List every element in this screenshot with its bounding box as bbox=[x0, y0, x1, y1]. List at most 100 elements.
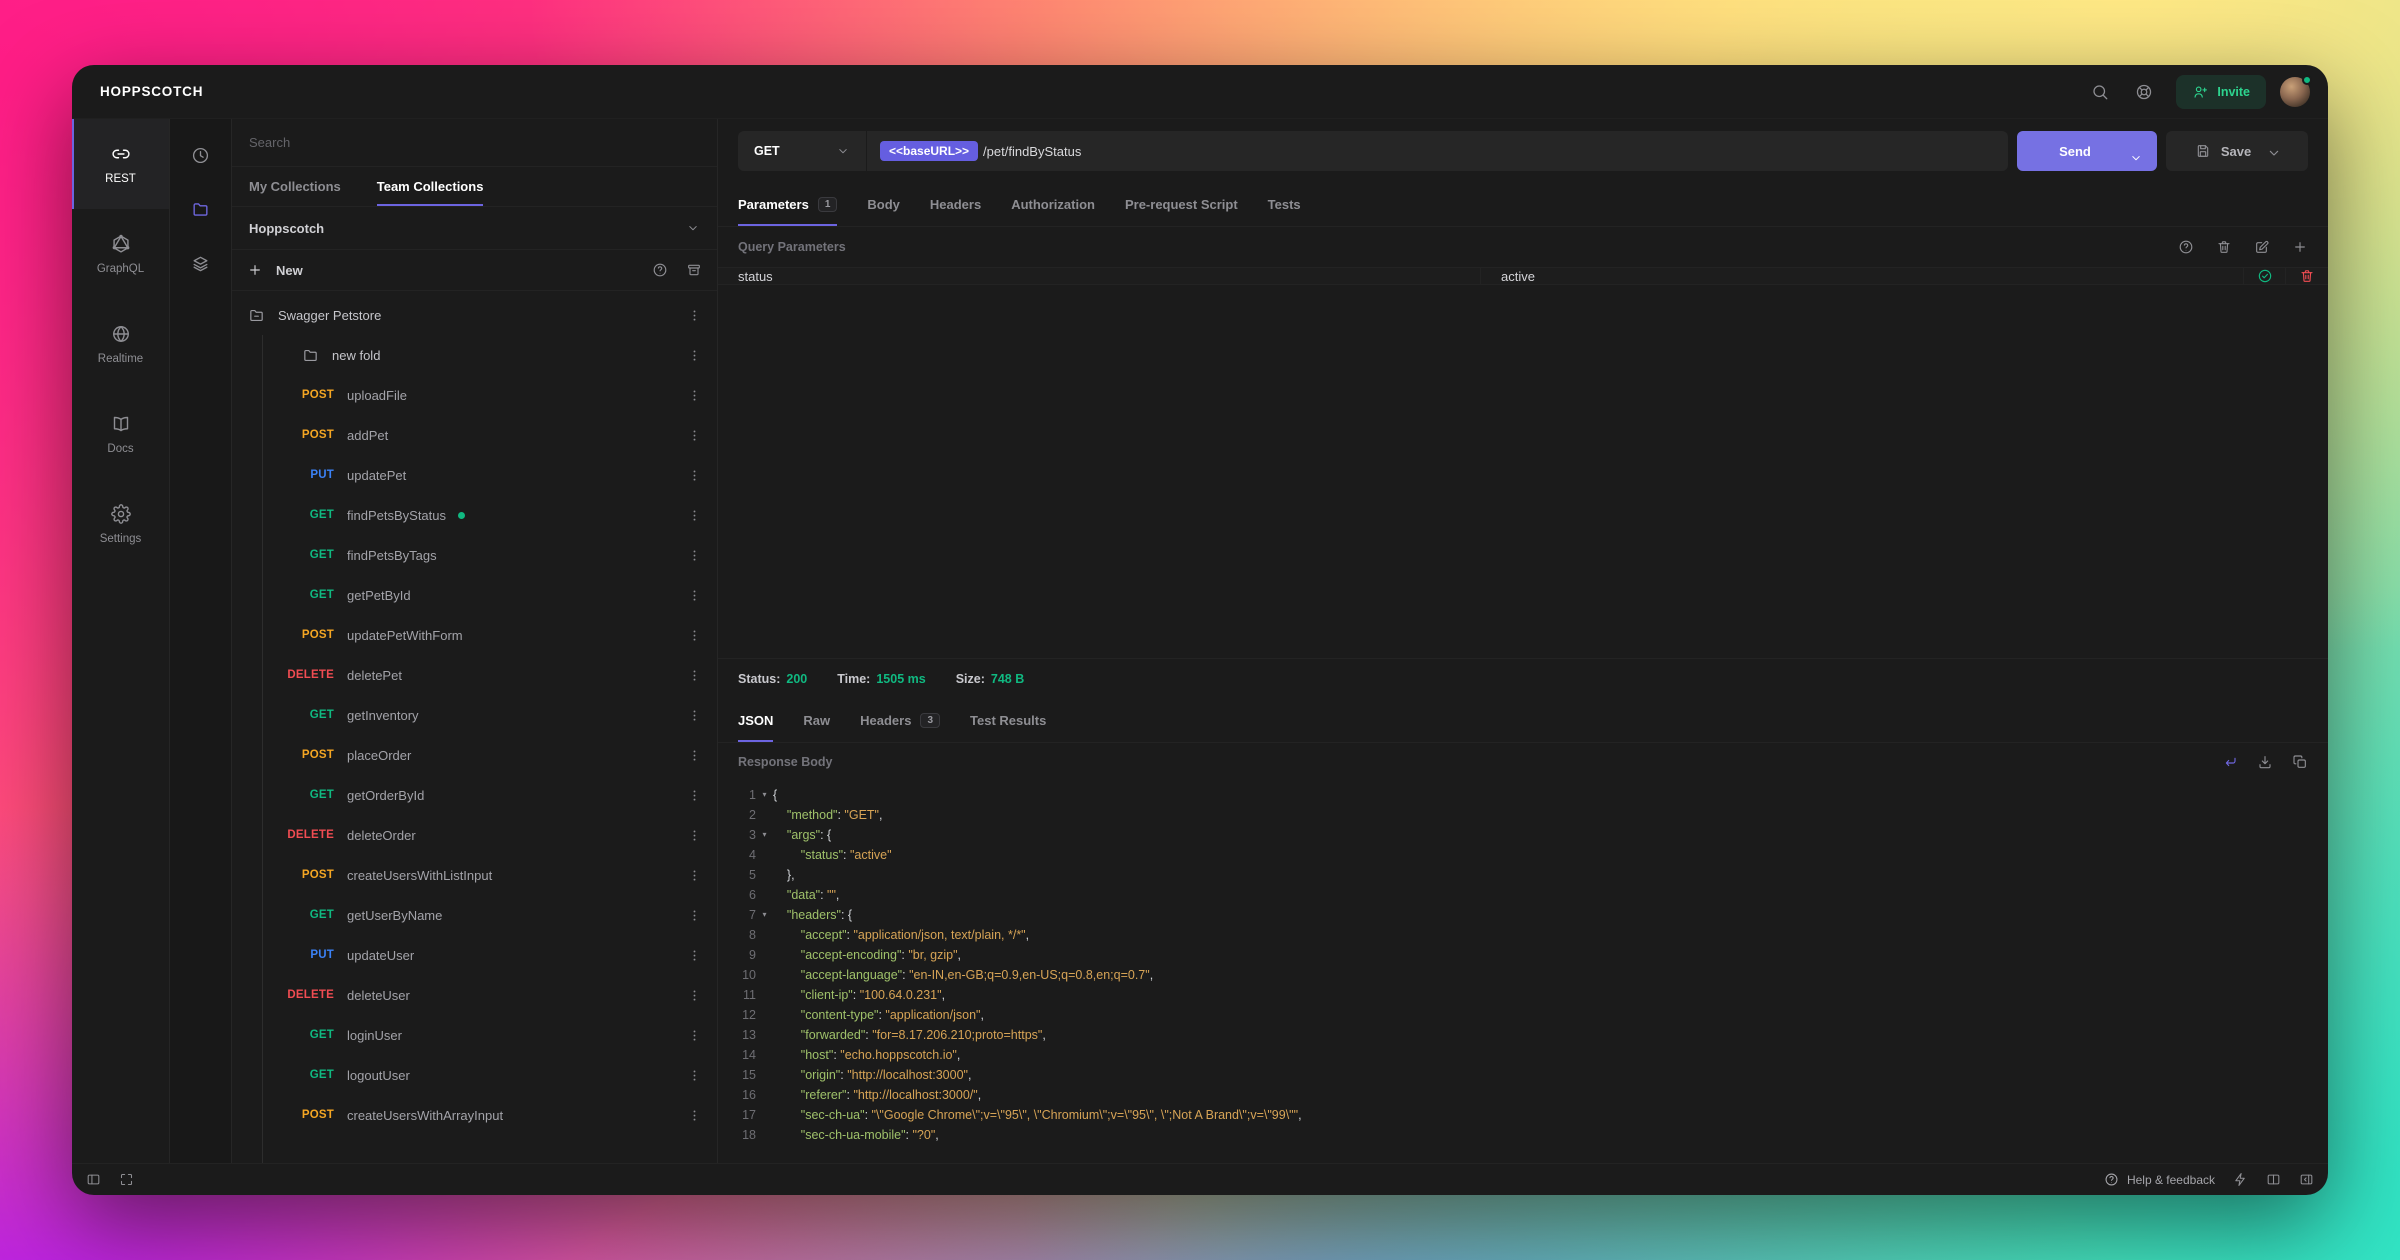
more-options-button[interactable] bbox=[687, 628, 702, 643]
tab-label: Pre-request Script bbox=[1125, 197, 1238, 212]
request-name: uploadFile bbox=[347, 388, 407, 403]
folder-name: new fold bbox=[332, 348, 380, 363]
request-item[interactable]: POSTplaceOrder bbox=[232, 735, 717, 775]
more-options-button[interactable] bbox=[687, 748, 702, 763]
param-value-input[interactable]: active bbox=[1481, 268, 2244, 284]
request-item[interactable]: GETfindPetsByStatus bbox=[232, 495, 717, 535]
url-input[interactable]: <<baseURL>> /pet/findByStatus bbox=[867, 131, 2008, 171]
new-collection-button[interactable]: New bbox=[247, 262, 303, 278]
method-select[interactable]: GET bbox=[738, 131, 866, 171]
more-options-button[interactable] bbox=[687, 988, 702, 1003]
collections-help-button[interactable] bbox=[652, 262, 668, 278]
param-delete-button[interactable] bbox=[2286, 268, 2328, 284]
code-line: 6"data": "", bbox=[732, 885, 2328, 905]
expand-window-button[interactable] bbox=[119, 1172, 134, 1187]
request-item[interactable]: POSTcreateUsersWithArrayInput bbox=[232, 1095, 717, 1135]
toggle-sidebar-button[interactable] bbox=[86, 1172, 101, 1187]
more-options-button[interactable] bbox=[687, 948, 702, 963]
request-tab-tests[interactable]: Tests bbox=[1268, 183, 1301, 226]
collections-tab-team-collections[interactable]: Team Collections bbox=[377, 167, 484, 206]
help-feedback-button[interactable]: Help & feedback bbox=[2104, 1172, 2215, 1187]
code-line: 11"client-ip": "100.64.0.231", bbox=[732, 985, 2328, 1005]
response-tab-raw[interactable]: Raw bbox=[803, 699, 830, 742]
param-key-input[interactable]: status bbox=[718, 268, 1481, 284]
download-response-button[interactable] bbox=[2257, 754, 2273, 770]
vertical-layout-button[interactable] bbox=[2266, 1172, 2281, 1187]
request-item[interactable]: POSTupdatePetWithForm bbox=[232, 615, 717, 655]
nav-item-rest[interactable]: REST bbox=[72, 119, 169, 209]
response-tab-headers[interactable]: Headers3 bbox=[860, 699, 940, 742]
request-item[interactable]: GETgetUserByName bbox=[232, 895, 717, 935]
more-options-button[interactable] bbox=[687, 1108, 702, 1123]
params-add-button[interactable] bbox=[2292, 239, 2308, 255]
more-options-button[interactable] bbox=[687, 668, 702, 683]
sidebar-tab-collections[interactable] bbox=[183, 185, 219, 233]
params-help-button[interactable] bbox=[2178, 239, 2194, 255]
params-clear-all-button[interactable] bbox=[2216, 239, 2232, 255]
avatar[interactable] bbox=[2280, 77, 2310, 107]
more-options-button[interactable] bbox=[687, 308, 702, 323]
collapse-right-panel-button[interactable] bbox=[2299, 1172, 2314, 1187]
response-tab-json[interactable]: JSON bbox=[738, 699, 773, 742]
request-tab-body[interactable]: Body bbox=[867, 183, 900, 226]
request-item[interactable]: POSTuploadFile bbox=[232, 375, 717, 415]
more-options-button[interactable] bbox=[687, 1068, 702, 1083]
request-item[interactable]: GETfindPetsByTags bbox=[232, 535, 717, 575]
sidebar-tab-environments[interactable] bbox=[183, 239, 219, 287]
request-item[interactable]: GETloginUser bbox=[232, 1015, 717, 1055]
more-options-button[interactable] bbox=[687, 548, 702, 563]
more-options-button[interactable] bbox=[687, 588, 702, 603]
request-item[interactable]: POSTcreateUsersWithListInput bbox=[232, 855, 717, 895]
code-line: 5}, bbox=[732, 865, 2328, 885]
team-selector[interactable]: Hoppscotch bbox=[232, 207, 717, 250]
app-window: HOPPSCOTCH Invite RESTGraphQLRealtimeDoc… bbox=[72, 65, 2328, 1195]
request-tab-headers[interactable]: Headers bbox=[930, 183, 981, 226]
search-button[interactable] bbox=[2082, 75, 2118, 109]
more-options-button[interactable] bbox=[687, 708, 702, 723]
request-tab-authorization[interactable]: Authorization bbox=[1011, 183, 1095, 226]
request-item[interactable]: DELETEdeletePet bbox=[232, 655, 717, 695]
more-options-button[interactable] bbox=[687, 468, 702, 483]
more-options-button[interactable] bbox=[687, 908, 702, 923]
request-item[interactable]: DELETEdeleteUser bbox=[232, 975, 717, 1015]
collections-tab-my-collections[interactable]: My Collections bbox=[249, 167, 341, 206]
more-options-button[interactable] bbox=[687, 388, 702, 403]
collection-folder[interactable]: Swagger Petstore bbox=[232, 295, 717, 335]
response-body-code[interactable]: 1▾{2"method": "GET",3▾"args": {4"status"… bbox=[718, 781, 2328, 1163]
save-button[interactable]: Save bbox=[2166, 131, 2308, 171]
params-bulk-edit-button[interactable] bbox=[2254, 239, 2270, 255]
request-tab-pre-request-script[interactable]: Pre-request Script bbox=[1125, 183, 1238, 226]
nav-item-graphql[interactable]: GraphQL bbox=[72, 209, 169, 299]
request-item[interactable]: GETlogoutUser bbox=[232, 1055, 717, 1095]
more-options-button[interactable] bbox=[687, 828, 702, 843]
more-options-button[interactable] bbox=[687, 348, 702, 363]
request-item[interactable]: GETgetOrderById bbox=[232, 775, 717, 815]
response-tab-test-results[interactable]: Test Results bbox=[970, 699, 1046, 742]
request-item[interactable]: DELETEdeleteOrder bbox=[232, 815, 717, 855]
invite-button[interactable]: Invite bbox=[2176, 75, 2266, 109]
collection-subfolder[interactable]: new fold bbox=[232, 335, 717, 375]
request-item[interactable]: POSTaddPet bbox=[232, 415, 717, 455]
more-options-button[interactable] bbox=[687, 868, 702, 883]
search-input[interactable] bbox=[249, 135, 700, 150]
support-button[interactable] bbox=[2126, 75, 2162, 109]
request-item[interactable]: PUTupdatePet bbox=[232, 455, 717, 495]
more-options-button[interactable] bbox=[687, 788, 702, 803]
nav-item-docs[interactable]: Docs bbox=[72, 389, 169, 479]
import-export-button[interactable] bbox=[686, 262, 702, 278]
nav-item-realtime[interactable]: Realtime bbox=[72, 299, 169, 389]
copy-response-button[interactable] bbox=[2292, 754, 2308, 770]
param-toggle-button[interactable] bbox=[2244, 268, 2286, 284]
nav-item-settings[interactable]: Settings bbox=[72, 479, 169, 569]
more-options-button[interactable] bbox=[687, 508, 702, 523]
sidebar-tab-history[interactable] bbox=[183, 131, 219, 179]
more-options-button[interactable] bbox=[687, 1028, 702, 1043]
wrap-lines-button[interactable] bbox=[2222, 754, 2238, 770]
request-item[interactable]: GETgetInventory bbox=[232, 695, 717, 735]
request-item[interactable]: GETgetPetById bbox=[232, 575, 717, 615]
more-options-button[interactable] bbox=[687, 428, 702, 443]
send-button[interactable]: Send bbox=[2017, 131, 2157, 171]
request-tab-parameters[interactable]: Parameters1 bbox=[738, 183, 837, 226]
request-item[interactable]: PUTupdateUser bbox=[232, 935, 717, 975]
shortcuts-button[interactable] bbox=[2233, 1172, 2248, 1187]
